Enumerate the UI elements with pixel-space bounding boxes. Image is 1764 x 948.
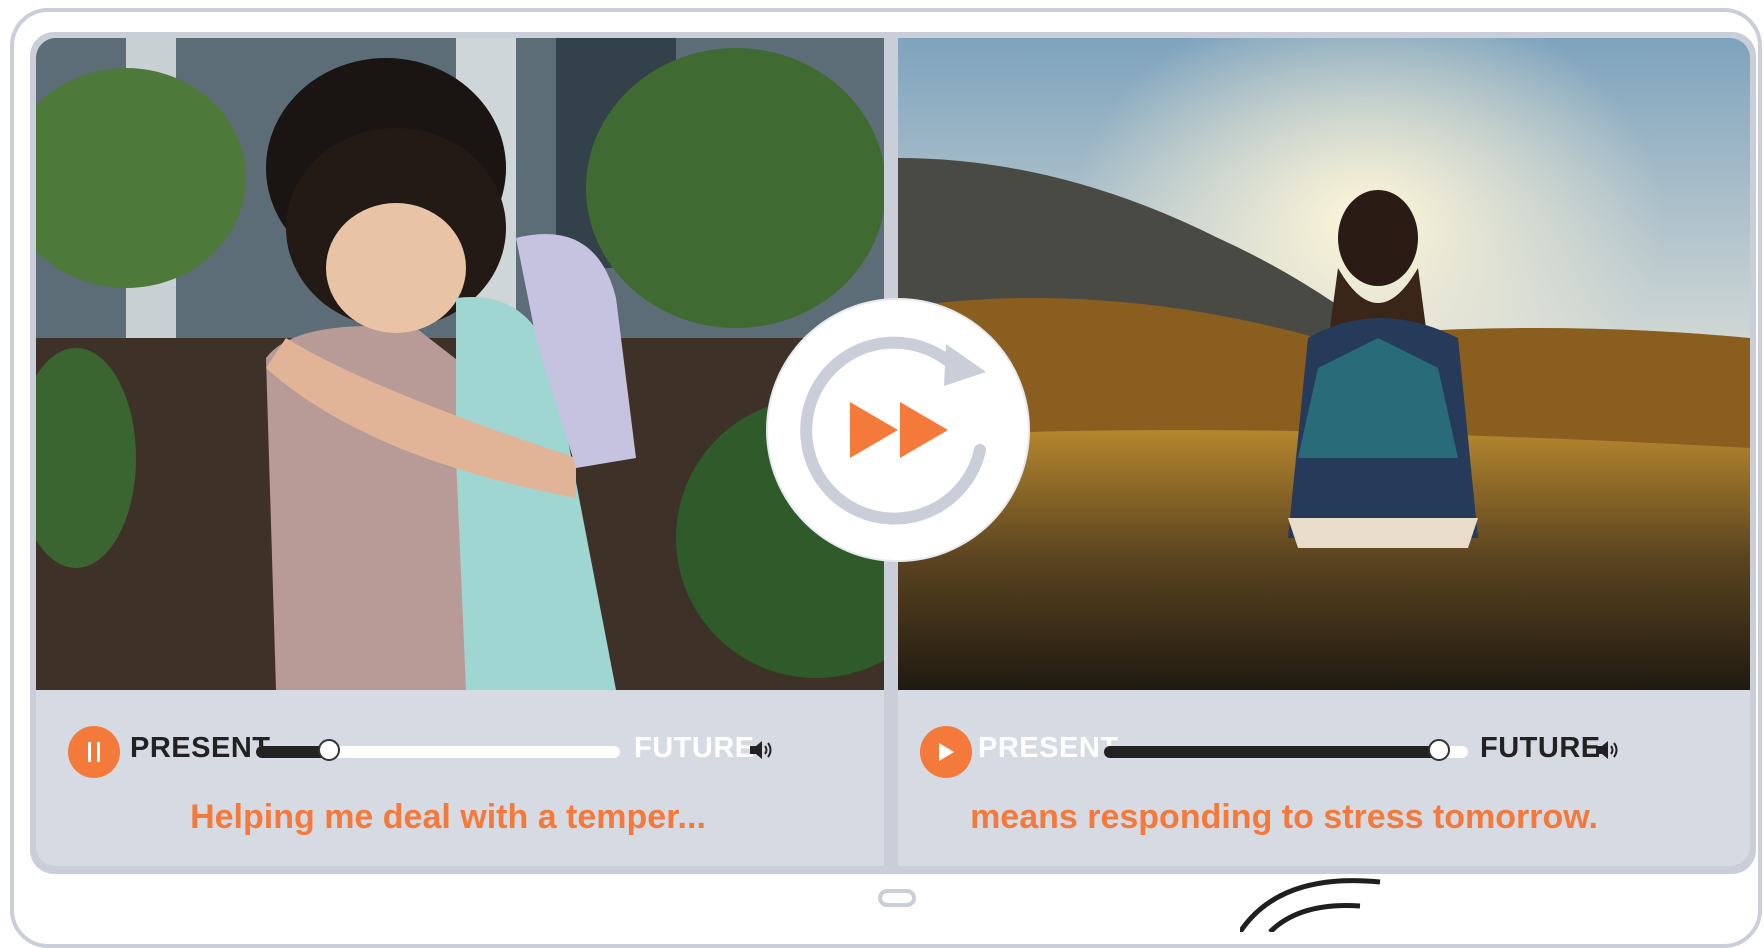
pause-button[interactable] <box>68 726 120 778</box>
play-icon <box>939 743 954 761</box>
volume-icon[interactable] <box>748 738 774 762</box>
present-label: PRESENT <box>130 732 271 764</box>
volume-icon[interactable] <box>1594 738 1620 762</box>
progress-fill <box>1104 746 1439 758</box>
future-caption: means responding to stress tomorrow. <box>970 798 1598 836</box>
present-controls: PRESENT FUTURE Helping me deal with a te… <box>36 690 884 866</box>
slider-thumb[interactable] <box>1427 739 1450 761</box>
present-label: PRESENT <box>978 732 1119 764</box>
pause-icon <box>88 742 100 762</box>
present-panel: PRESENT FUTURE Helping me deal with a te… <box>36 38 884 866</box>
play-button[interactable] <box>920 726 972 778</box>
progress-slider[interactable] <box>256 739 620 761</box>
future-label: FUTURE <box>634 732 755 764</box>
future-label: FUTURE <box>1480 732 1601 764</box>
progress-slider[interactable] <box>1104 739 1468 761</box>
slider-thumb[interactable] <box>317 739 340 761</box>
tablet-screen: PRESENT FUTURE Helping me deal with a te… <box>30 32 1756 874</box>
fast-forward-badge[interactable] <box>768 300 1028 560</box>
present-caption: Helping me deal with a temper... <box>190 798 706 836</box>
home-button[interactable] <box>878 889 916 907</box>
fast-forward-replay-icon <box>800 336 986 525</box>
cable-graphic <box>1240 878 1381 932</box>
future-controls: PRESENT FUTURE means responding to stres… <box>898 690 1750 866</box>
present-photo <box>36 38 884 690</box>
